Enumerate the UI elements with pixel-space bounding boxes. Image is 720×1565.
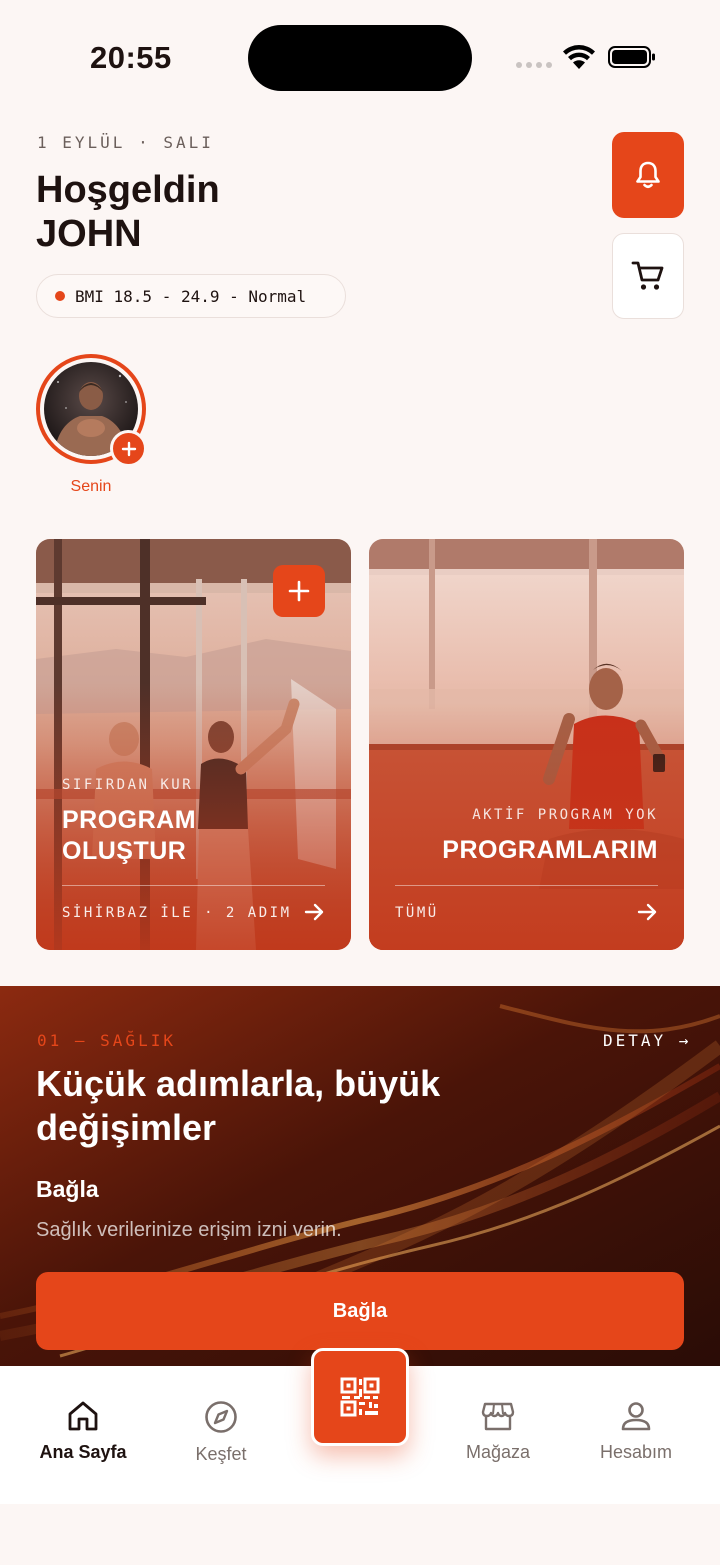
create-program-card[interactable]: SIFIRDAN KUR PROGRAM OLUŞTUR SİHİRBAZ İL…	[36, 539, 351, 950]
greeting-title: Hoşgeldin JOHN	[36, 168, 220, 256]
plus-icon	[288, 580, 310, 602]
tab-store[interactable]: Mağaza	[428, 1400, 568, 1463]
card-divider	[62, 885, 325, 886]
notifications-button[interactable]	[612, 132, 684, 218]
tab-explore[interactable]: Keşfet	[151, 1400, 291, 1465]
health-subtitle: Bağla	[36, 1176, 99, 1202]
qr-scan-button[interactable]	[311, 1348, 409, 1446]
tab-account[interactable]: Hesabım	[566, 1400, 706, 1463]
tab-account-label: Hesabım	[599, 1442, 673, 1462]
cart-icon	[631, 261, 664, 290]
story-label: Senin	[70, 478, 112, 495]
bmi-text: BMI 18.5 - 24.9 - Normal	[75, 286, 307, 306]
tab-explore-label: Keşfet	[195, 1444, 247, 1464]
add-story-button[interactable]	[110, 430, 147, 467]
dynamic-island	[248, 25, 472, 91]
battery-icon	[608, 46, 655, 68]
home-icon	[68, 1401, 98, 1431]
plus-icon	[121, 441, 136, 456]
create-card-title-line2: OLUŞTUR	[62, 837, 187, 865]
wifi-icon	[563, 45, 595, 69]
bmi-status-dot	[55, 291, 65, 301]
create-card-footer: SİHİRBAZ İLE · 2 ADIM	[62, 905, 292, 921]
programs-card-footer: TÜMÜ	[395, 905, 439, 921]
greeting-text: Hoşgeldin	[36, 169, 220, 211]
arrow-right-icon	[637, 903, 657, 921]
add-program-button[interactable]	[273, 565, 325, 617]
bmi-badge: BMI 18.5 - 24.9 - Normal	[36, 274, 346, 318]
health-title: Küçük adımlarla, büyük değişimler	[36, 1063, 441, 1148]
date-label: 1 EYLÜL · SALI	[37, 133, 214, 152]
qr-code-icon	[340, 1377, 380, 1417]
arrow-right-icon	[304, 903, 324, 921]
my-programs-card[interactable]: AKTİF PROGRAM YOK PROGRAMLARIM TÜMÜ	[369, 539, 684, 950]
create-card-title: PROGRAM OLUŞTUR	[62, 805, 196, 867]
create-card-kicker: SIFIRDAN KUR	[62, 777, 194, 793]
signal-icon	[516, 62, 552, 68]
compass-icon	[205, 1401, 237, 1433]
connect-button[interactable]: Bağla	[36, 1272, 684, 1350]
tab-store-label: Mağaza	[465, 1442, 531, 1462]
athlete-photo	[369, 539, 684, 950]
tab-home-label: Ana Sayfa	[39, 1442, 127, 1462]
user-icon	[621, 1402, 651, 1431]
status-time: 20:55	[90, 40, 172, 75]
health-kicker: 01 — SAĞLIK	[37, 1031, 176, 1050]
programs-card-kicker: AKTİF PROGRAM YOK	[472, 807, 658, 823]
health-description: Sağlık verilerinize erişim izni verin.	[36, 1219, 342, 1241]
user-name: JOHN	[36, 213, 142, 255]
store-icon	[481, 1402, 515, 1431]
programs-card-title: PROGRAMLARIM	[442, 836, 658, 864]
create-card-title-line1: PROGRAM	[62, 806, 197, 834]
cart-button[interactable]	[612, 233, 684, 319]
health-detail-link[interactable]: DETAY →	[603, 1031, 691, 1050]
card-divider	[395, 885, 658, 886]
bell-icon	[636, 161, 660, 189]
tab-home[interactable]: Ana Sayfa	[13, 1400, 153, 1463]
